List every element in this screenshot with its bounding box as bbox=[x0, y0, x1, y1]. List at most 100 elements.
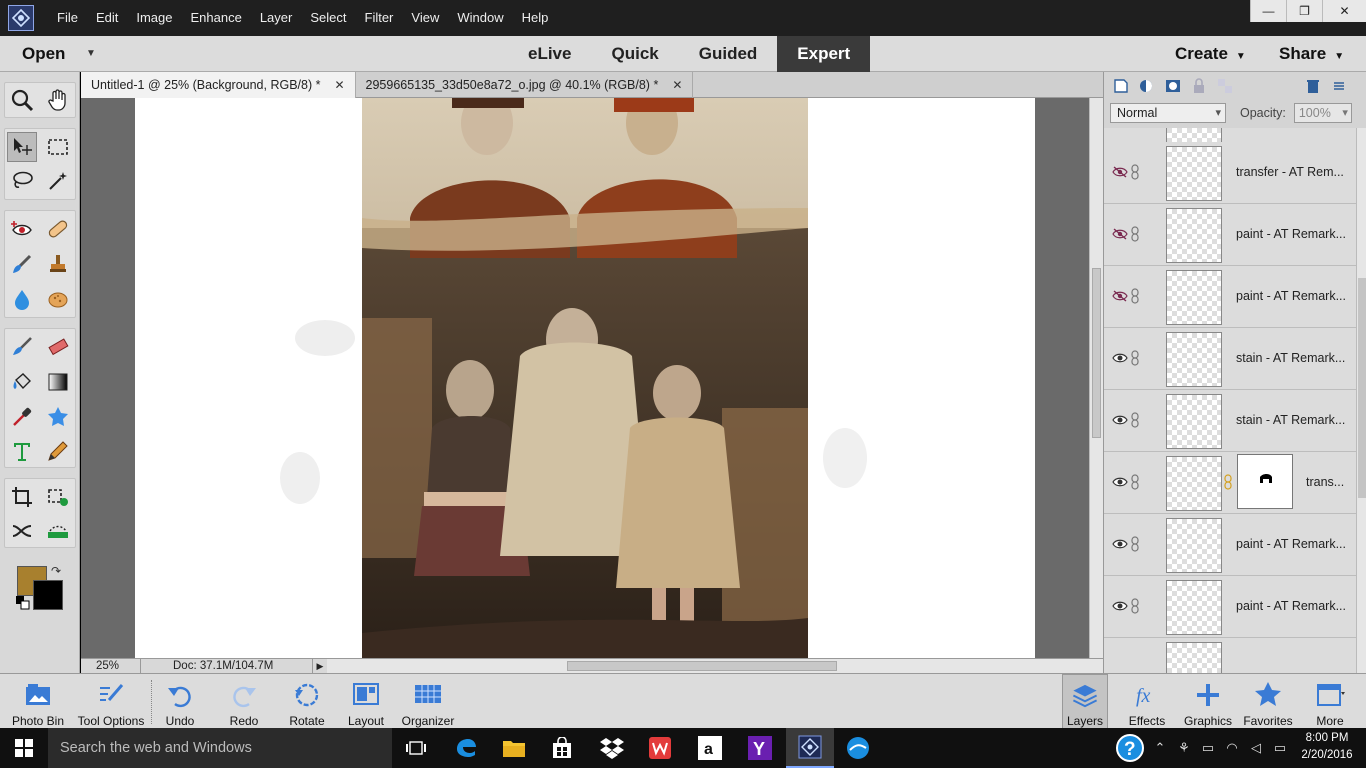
panel-menu-icon[interactable] bbox=[1326, 73, 1352, 99]
menu-file[interactable]: File bbox=[48, 0, 87, 36]
favorites-button[interactable]: Favorites bbox=[1242, 674, 1294, 729]
open-button[interactable]: Open bbox=[22, 36, 65, 72]
layer-link-icon[interactable] bbox=[1130, 536, 1140, 552]
tab-quick[interactable]: Quick bbox=[591, 36, 678, 72]
menu-layer[interactable]: Layer bbox=[251, 0, 302, 36]
undo-button[interactable]: Undo bbox=[160, 674, 200, 729]
lasso-tool[interactable] bbox=[7, 166, 37, 196]
menu-enhance[interactable]: Enhance bbox=[182, 0, 251, 36]
dropbox-button[interactable] bbox=[588, 728, 636, 768]
quick-selection-tool[interactable] bbox=[43, 166, 73, 196]
menu-edit[interactable]: Edit bbox=[87, 0, 127, 36]
organizer-button[interactable]: Organizer bbox=[400, 674, 456, 729]
layer-row[interactable]: paint - AT Remark... bbox=[1104, 514, 1356, 576]
zoom-tool[interactable] bbox=[7, 85, 37, 115]
create-button[interactable]: Create ▼ bbox=[1175, 36, 1246, 75]
hidden-eye-icon[interactable] bbox=[1112, 226, 1128, 242]
taskbar-clock[interactable]: 8:00 PM 2/20/2016 bbox=[1296, 730, 1358, 764]
close-button[interactable]: ✕ bbox=[1322, 0, 1366, 22]
edge-browser-button[interactable] bbox=[442, 728, 490, 768]
content-aware-move-tool[interactable] bbox=[7, 516, 37, 546]
pencil-tool[interactable] bbox=[43, 436, 73, 466]
tool-options-button[interactable]: Tool Options bbox=[74, 674, 148, 729]
lock-transparency-icon[interactable] bbox=[1212, 73, 1238, 99]
rotate-button[interactable]: Rotate bbox=[284, 674, 330, 729]
layers-panel-button[interactable]: Layers bbox=[1062, 674, 1108, 729]
app-logo-icon[interactable] bbox=[8, 5, 34, 31]
marquee-tool[interactable] bbox=[43, 132, 73, 162]
wps-button[interactable] bbox=[636, 728, 684, 768]
adjustment-layer-icon[interactable] bbox=[1134, 73, 1160, 99]
tab-guided[interactable]: Guided bbox=[679, 36, 778, 72]
menu-view[interactable]: View bbox=[402, 0, 448, 36]
menu-image[interactable]: Image bbox=[127, 0, 181, 36]
close-tab-icon[interactable]: ✕ bbox=[334, 72, 344, 98]
layer-row[interactable]: trans... bbox=[1104, 452, 1356, 514]
tab-elive[interactable]: eLive bbox=[508, 36, 591, 72]
layer-row-partial[interactable] bbox=[1104, 638, 1356, 673]
vertical-scroll-thumb[interactable] bbox=[1092, 268, 1101, 438]
tab-expert[interactable]: Expert bbox=[777, 36, 871, 72]
eraser-tool[interactable] bbox=[43, 332, 73, 362]
layer-link-icon[interactable] bbox=[1130, 164, 1140, 180]
action-center-icon[interactable]: ▭ bbox=[1268, 728, 1292, 768]
spot-healing-tool[interactable] bbox=[43, 214, 73, 244]
horizontal-scroll-thumb[interactable] bbox=[567, 660, 837, 671]
document-tab-untitled[interactable]: Untitled-1 @ 25% (Background, RGB/8) * ✕ bbox=[81, 72, 356, 98]
document-tab-photo[interactable]: 2959665135_33d50e8a72_o.jpg @ 40.1% (RGB… bbox=[356, 72, 694, 98]
layer-row[interactable]: transfer - AT Rem... bbox=[1104, 142, 1356, 204]
vintage-family-photo[interactable] bbox=[362, 98, 808, 658]
status-menu-icon[interactable]: ▶ bbox=[313, 661, 327, 672]
opacity-field[interactable]: 100% bbox=[1293, 103, 1352, 123]
canvas-view[interactable] bbox=[81, 98, 1089, 658]
effects-button[interactable]: fx Effects bbox=[1126, 674, 1168, 729]
brush-tool[interactable] bbox=[7, 332, 37, 362]
start-button[interactable] bbox=[0, 728, 48, 768]
taskbar-search-box[interactable]: Search the web and Windows bbox=[48, 728, 392, 768]
smart-brush-tool[interactable] bbox=[7, 249, 37, 279]
layout-button[interactable]: Layout bbox=[344, 674, 388, 729]
delete-layer-icon[interactable] bbox=[1300, 73, 1326, 99]
file-explorer-button[interactable] bbox=[490, 728, 538, 768]
custom-shape-tool[interactable] bbox=[43, 402, 73, 432]
layers-scrollbar[interactable] bbox=[1356, 128, 1366, 673]
visibility-eye-icon[interactable] bbox=[1112, 536, 1128, 552]
layer-row[interactable]: stain - AT Remark... bbox=[1104, 390, 1356, 452]
type-tool[interactable] bbox=[7, 436, 37, 466]
visibility-eye-icon[interactable] bbox=[1112, 350, 1128, 366]
minimize-button[interactable]: — bbox=[1250, 0, 1286, 22]
move-tool[interactable] bbox=[7, 132, 37, 162]
menu-filter[interactable]: Filter bbox=[356, 0, 403, 36]
restore-button[interactable]: ❐ bbox=[1286, 0, 1322, 22]
network-share-icon[interactable]: ⚘ bbox=[1172, 728, 1196, 768]
photo-bin-button[interactable]: Photo Bin bbox=[10, 674, 66, 729]
store-button[interactable] bbox=[538, 728, 586, 768]
layers-scroll-thumb[interactable] bbox=[1358, 278, 1366, 498]
eyedropper-tool[interactable] bbox=[7, 402, 37, 432]
layer-row[interactable]: paint - AT Remark... bbox=[1104, 266, 1356, 328]
sponge-tool[interactable] bbox=[43, 284, 73, 314]
more-button[interactable]: More bbox=[1310, 674, 1350, 729]
organizer-taskbar-button[interactable] bbox=[834, 728, 882, 768]
layer-mask-icon[interactable] bbox=[1160, 73, 1186, 99]
hidden-eye-icon[interactable] bbox=[1112, 164, 1128, 180]
layer-link-icon[interactable] bbox=[1130, 412, 1140, 428]
menu-help[interactable]: Help bbox=[513, 0, 558, 36]
zoom-level-field[interactable]: 25% bbox=[81, 658, 141, 674]
clone-stamp-tool[interactable] bbox=[43, 249, 73, 279]
open-dropdown-icon[interactable]: ▼ bbox=[86, 36, 96, 72]
photoshop-elements-taskbar-button[interactable] bbox=[786, 728, 834, 768]
lock-all-icon[interactable] bbox=[1186, 73, 1212, 99]
mask-link-icon[interactable] bbox=[1224, 474, 1232, 490]
default-colors-icon[interactable] bbox=[16, 596, 30, 610]
blur-tool[interactable] bbox=[7, 284, 37, 314]
canvas-vertical-scrollbar[interactable] bbox=[1089, 98, 1103, 658]
visibility-eye-icon[interactable] bbox=[1112, 598, 1128, 614]
crop-tool[interactable] bbox=[7, 482, 37, 512]
layer-link-icon[interactable] bbox=[1130, 474, 1140, 490]
share-button[interactable]: Share ▼ bbox=[1279, 36, 1344, 75]
layer-row[interactable]: paint - AT Remark... bbox=[1104, 204, 1356, 266]
layer-link-icon[interactable] bbox=[1130, 598, 1140, 614]
layer-mask-thumbnail[interactable] bbox=[1237, 454, 1293, 509]
close-tab-icon[interactable]: ✕ bbox=[672, 72, 682, 98]
